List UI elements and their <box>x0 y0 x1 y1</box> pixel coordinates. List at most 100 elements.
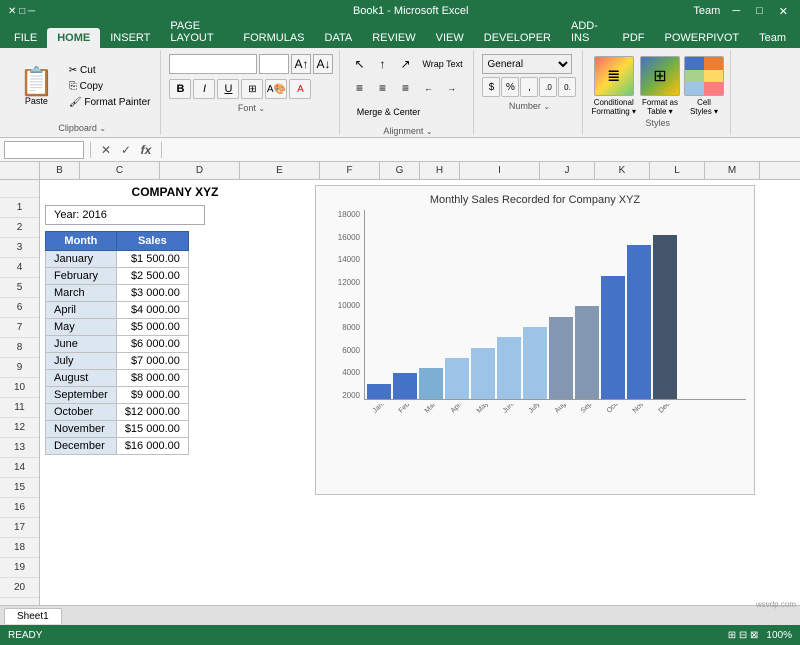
month-cell-0[interactable]: January <box>46 251 117 268</box>
sales-cell-6[interactable]: $7 000.00 <box>116 353 188 370</box>
styles-group: ≣ ConditionalFormatting ▾ ⊞ Format asTab… <box>585 50 730 135</box>
month-cell-6[interactable]: July <box>46 353 117 370</box>
col-header-f[interactable]: F <box>320 162 380 179</box>
month-cell-5[interactable]: June <box>46 336 117 353</box>
minimize-btn[interactable]: ─ <box>728 5 744 18</box>
sales-cell-7[interactable]: $8 000.00 <box>116 370 188 387</box>
sales-cell-10[interactable]: $15 000.00 <box>116 421 188 438</box>
table-row: June$6 000.00 <box>46 336 189 353</box>
sales-cell-9[interactable]: $12 000.00 <box>116 404 188 421</box>
copy-button[interactable]: ⎘ Copy <box>65 80 155 93</box>
conditional-formatting-btn[interactable]: ≣ ConditionalFormatting ▾ <box>591 56 635 116</box>
col-header-c[interactable]: C <box>80 162 160 179</box>
sales-cell-5[interactable]: $6 000.00 <box>116 336 188 353</box>
month-cell-8[interactable]: September <box>46 387 117 404</box>
month-cell-10[interactable]: November <box>46 421 117 438</box>
increase-decimal-btn[interactable]: .0 <box>539 77 557 97</box>
align-top-right-btn[interactable]: ↗ <box>394 54 416 74</box>
sales-cell-0[interactable]: $1 500.00 <box>116 251 188 268</box>
sales-cell-2[interactable]: $3 000.00 <box>116 285 188 302</box>
formula-confirm-btn[interactable]: ✓ <box>117 141 135 159</box>
percent-btn[interactable]: % <box>501 77 519 97</box>
month-cell-9[interactable]: October <box>46 404 117 421</box>
align-top-left-btn[interactable]: ↖ <box>348 54 370 74</box>
col-header-b[interactable]: B <box>40 162 80 179</box>
col-header-l[interactable]: L <box>650 162 705 179</box>
tab-home[interactable]: HOME <box>47 28 100 48</box>
col-header-e[interactable]: E <box>240 162 320 179</box>
tab-file[interactable]: FILE <box>4 28 47 48</box>
decrease-decimal-btn[interactable]: 0. <box>558 77 576 97</box>
format-as-table-btn[interactable]: ⊞ Format asTable ▾ <box>640 56 680 116</box>
increase-font-btn[interactable]: A↑ <box>291 54 311 74</box>
chart-bar <box>601 276 625 399</box>
sales-cell-1[interactable]: $2 500.00 <box>116 268 188 285</box>
indent-increase-btn[interactable]: → <box>440 78 462 98</box>
decrease-font-btn[interactable]: A↓ <box>313 54 333 74</box>
maximize-btn[interactable]: □ <box>752 5 767 18</box>
cf-label: ConditionalFormatting ▾ <box>591 98 635 116</box>
chart-bar <box>653 235 677 399</box>
tab-view[interactable]: VIEW <box>426 28 474 48</box>
col-header-d[interactable]: D <box>160 162 240 179</box>
month-cell-4[interactable]: May <box>46 319 117 336</box>
month-cell-11[interactable]: December <box>46 438 117 455</box>
tab-review[interactable]: REVIEW <box>362 28 425 48</box>
tab-formulas[interactable]: FORMULAS <box>233 28 314 48</box>
align-top-center-btn[interactable]: ↑ <box>371 54 393 74</box>
sales-cell-8[interactable]: $9 000.00 <box>116 387 188 404</box>
align-left-btn[interactable]: ≡ <box>348 78 370 98</box>
col-header-i[interactable]: I <box>460 162 540 179</box>
underline-button[interactable]: U <box>217 79 239 99</box>
tab-powerpivot[interactable]: POWERPIVOT <box>655 28 750 48</box>
spreadsheet-content: COMPANY XYZ Year: 2016 Month Sales Jan <box>45 185 785 590</box>
close-btn[interactable]: ✕ <box>775 5 792 18</box>
col-header-g[interactable]: G <box>380 162 420 179</box>
view-icons[interactable]: ⊞ ⊟ ⊠ <box>728 630 759 641</box>
formula-cancel-btn[interactable]: ✕ <box>97 141 115 159</box>
tab-data[interactable]: DATA <box>315 28 363 48</box>
month-cell-2[interactable]: March <box>46 285 117 302</box>
font-color-button[interactable]: A <box>289 79 311 99</box>
sales-cell-11[interactable]: $16 000.00 <box>116 438 188 455</box>
col-header-k[interactable]: K <box>595 162 650 179</box>
tab-pdf[interactable]: PDF <box>613 28 655 48</box>
cut-button[interactable]: ✂ Cut <box>65 64 155 77</box>
font-name-input[interactable]: Arial <box>169 54 257 74</box>
comma-btn[interactable]: , <box>520 77 538 97</box>
paste-button[interactable]: 📋 Paste <box>10 64 63 109</box>
number-format-select[interactable]: General <box>482 54 572 74</box>
merge-center-btn[interactable]: Merge & Center <box>348 102 428 122</box>
sheet-tab-1[interactable]: Sheet1 <box>4 608 62 624</box>
name-box[interactable]: C4 <box>4 141 84 159</box>
fill-color-button[interactable]: A🎨 <box>265 79 287 99</box>
tab-developer[interactable]: DEVELOPER <box>474 28 561 48</box>
align-right-btn[interactable]: ≡ <box>394 78 416 98</box>
col-header-h[interactable]: H <box>420 162 460 179</box>
borders-button[interactable]: ⊞ <box>241 79 263 99</box>
tab-page-layout[interactable]: PAGE LAYOUT <box>160 16 233 48</box>
col-header-j[interactable]: J <box>540 162 595 179</box>
cell-styles-btn[interactable]: CellStyles ▾ <box>684 56 724 116</box>
formula-input[interactable] <box>168 141 796 159</box>
month-cell-1[interactable]: February <box>46 268 117 285</box>
y-axis-label: 6000 <box>324 346 360 355</box>
currency-btn[interactable]: $ <box>482 77 500 97</box>
formula-function-btn[interactable]: fx <box>137 141 155 159</box>
sales-cell-4[interactable]: $5 000.00 <box>116 319 188 336</box>
indent-decrease-btn[interactable]: ← <box>417 78 439 98</box>
align-center-btn[interactable]: ≡ <box>371 78 393 98</box>
tab-team[interactable]: Team <box>749 28 796 48</box>
bold-button[interactable]: B <box>169 79 191 99</box>
sales-cell-3[interactable]: $4 000.00 <box>116 302 188 319</box>
month-cell-7[interactable]: August <box>46 370 117 387</box>
italic-button[interactable]: I <box>193 79 215 99</box>
format-painter-button[interactable]: 🖌 Format Painter <box>65 96 155 109</box>
month-cell-3[interactable]: April <box>46 302 117 319</box>
col-header-m[interactable]: M <box>705 162 760 179</box>
table-row: July$7 000.00 <box>46 353 189 370</box>
tab-add-ins[interactable]: ADD-INS <box>561 16 613 48</box>
font-size-input[interactable]: 10 <box>259 54 289 74</box>
tab-insert[interactable]: INSERT <box>100 28 160 48</box>
wrap-text-btn[interactable]: Wrap Text <box>417 54 467 74</box>
